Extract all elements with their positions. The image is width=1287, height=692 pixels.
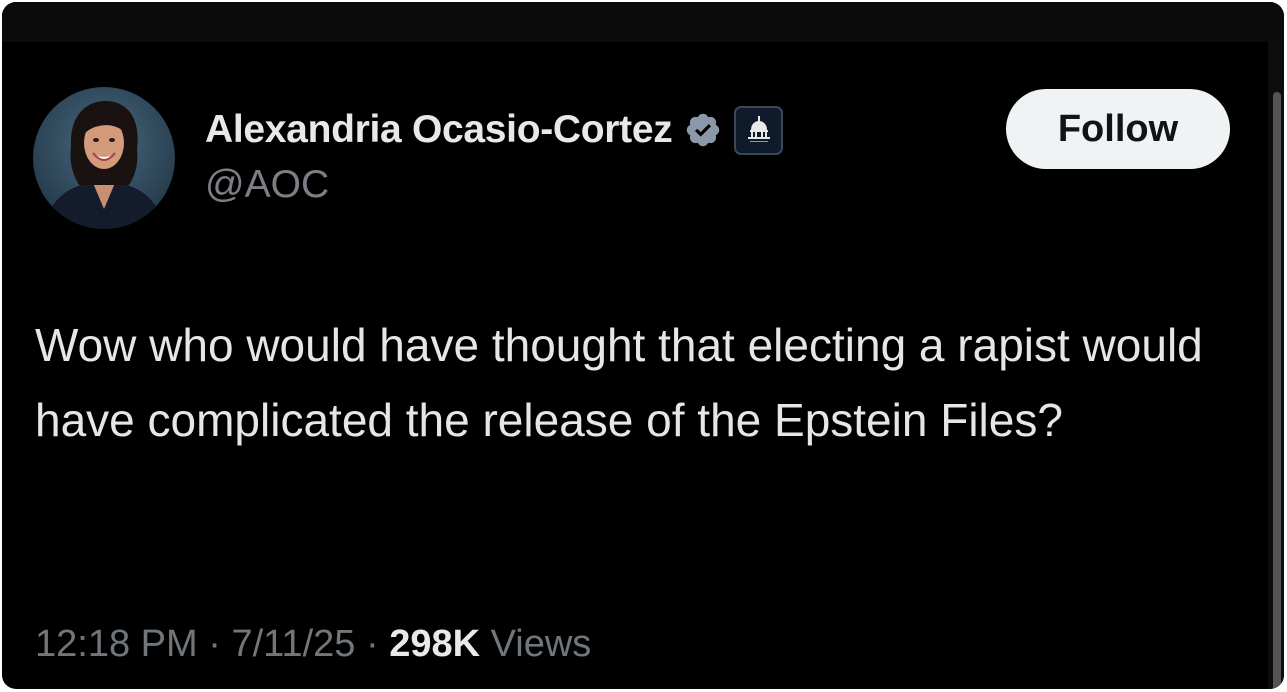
tweet-meta: 12:18 PM · 7/11/25 · 298K Views [35,623,591,666]
avatar[interactable] [33,87,175,229]
tweet-card: Alexandria Ocasio-Cortez @AOC Follow Wow [2,2,1284,689]
follow-button[interactable]: Follow [1006,89,1230,169]
meta-separator: · [208,623,221,665]
author-handle[interactable]: @AOC [205,163,329,207]
us-capitol-icon[interactable] [734,105,784,155]
tweet-date[interactable]: 7/11/25 [231,623,355,665]
author-name-row: Alexandria Ocasio-Cortez [205,105,784,155]
views-count: 298K [389,623,481,665]
views-label: Views [490,623,592,665]
meta-separator: · [365,623,379,665]
tweet-time[interactable]: 12:18 PM [35,623,198,665]
tweet-text: Wow who would have thought that electing… [35,319,1203,446]
scrollbar[interactable] [1268,42,1284,689]
scrollbar-thumb[interactable] [1273,92,1281,689]
author-name[interactable]: Alexandria Ocasio-Cortez [205,108,673,152]
avatar-image [33,87,175,229]
top-bar [2,2,1284,42]
verified-badge-icon[interactable] [684,111,722,149]
